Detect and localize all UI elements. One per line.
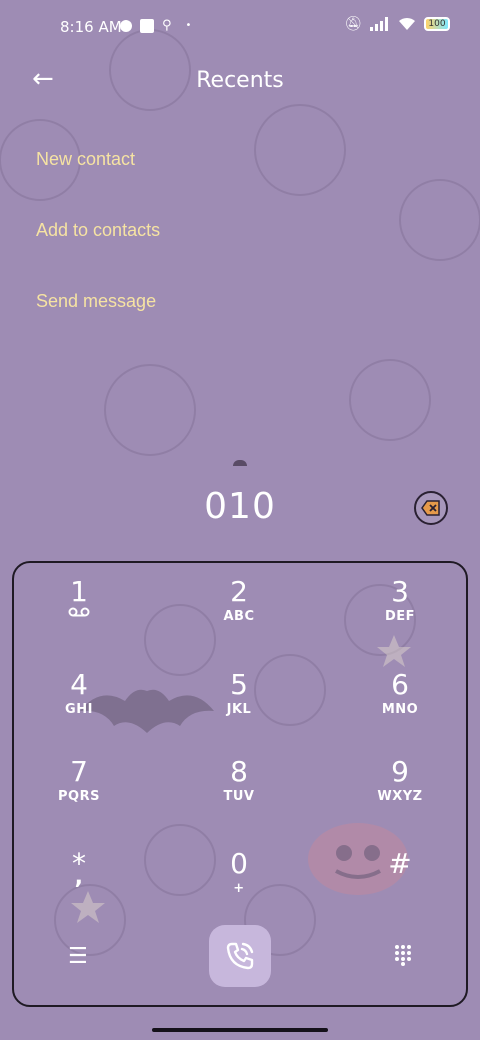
home-indicator[interactable] (152, 1028, 328, 1032)
key-digit: 3 (391, 575, 409, 608)
key-letters: PQRS (58, 789, 100, 804)
status-right-icons: 🔕︎ 100 (344, 16, 450, 32)
key-2[interactable]: 2 ABC (179, 577, 299, 657)
page-title: Recents (196, 68, 284, 93)
key-5[interactable]: 5 JKL (179, 670, 299, 750)
add-to-contacts-option[interactable]: Add to contacts (36, 220, 160, 241)
key-letters: , (74, 865, 84, 890)
key-8[interactable]: 8 TUV (179, 757, 299, 837)
key-digit: 2 (230, 575, 248, 608)
key-digit: 5 (230, 668, 248, 701)
voicemail-icon (68, 607, 90, 617)
dialed-number: 010 (204, 486, 276, 527)
header: ← Recents (0, 60, 480, 104)
phone-icon (226, 942, 254, 970)
key-4[interactable]: 4 GHI (19, 670, 139, 750)
signal-icon (370, 17, 388, 31)
dot-icon: • (185, 20, 192, 31)
notification-icon (140, 18, 154, 33)
key-digit: 4 (70, 668, 88, 701)
key-letters: TUV (223, 789, 255, 804)
battery-level: 100 (428, 19, 446, 29)
key-digit: 0 (230, 847, 248, 880)
key-3[interactable]: 3 DEF (340, 577, 460, 657)
key-letters: DEF (384, 609, 416, 624)
status-bar: 8:16 AM ⚲ • 🔕︎ 100 (0, 0, 480, 56)
vpn-icon (120, 19, 132, 32)
battery-icon: 100 (424, 17, 450, 31)
status-left-icons: ⚲ • (120, 18, 191, 33)
mute-icon: 🔕︎ (344, 16, 362, 32)
send-message-option[interactable]: Send message (36, 291, 156, 312)
call-button[interactable] (209, 925, 271, 987)
key-digit: 9 (391, 755, 409, 788)
key-letters: + (233, 881, 245, 896)
key-letters: GHI (65, 702, 93, 717)
new-contact-option[interactable]: New contact (36, 149, 135, 170)
key-digit: 7 (70, 755, 88, 788)
key-9[interactable]: 9 WXYZ (340, 757, 460, 837)
location-icon: ⚲ (162, 18, 172, 33)
key-letters: JKL (226, 702, 252, 717)
key-digit: 1 (70, 575, 88, 608)
key-digit: 6 (391, 668, 409, 701)
key-letters: ABC (223, 609, 255, 624)
status-time: 8:16 AM (60, 18, 122, 36)
key-6[interactable]: 6 MNO (340, 670, 460, 750)
key-letters: WXYZ (377, 789, 423, 804)
key-0[interactable]: 0 + (179, 849, 299, 929)
key-digit: 8 (230, 755, 248, 788)
menu-icon[interactable]: ☰ (68, 944, 88, 969)
drag-handle[interactable] (233, 460, 247, 466)
backspace-button[interactable] (414, 491, 448, 525)
key-hash[interactable]: # (340, 849, 460, 929)
key-1[interactable]: 1 (19, 577, 139, 657)
key-letters: MNO (381, 702, 419, 717)
key-digit: # (388, 847, 412, 880)
key-star[interactable]: * , (19, 849, 139, 929)
wifi-icon (399, 17, 415, 30)
dialpad-toggle-icon[interactable] (394, 944, 412, 972)
key-7[interactable]: 7 PQRS (19, 757, 139, 837)
backspace-icon (421, 500, 440, 516)
